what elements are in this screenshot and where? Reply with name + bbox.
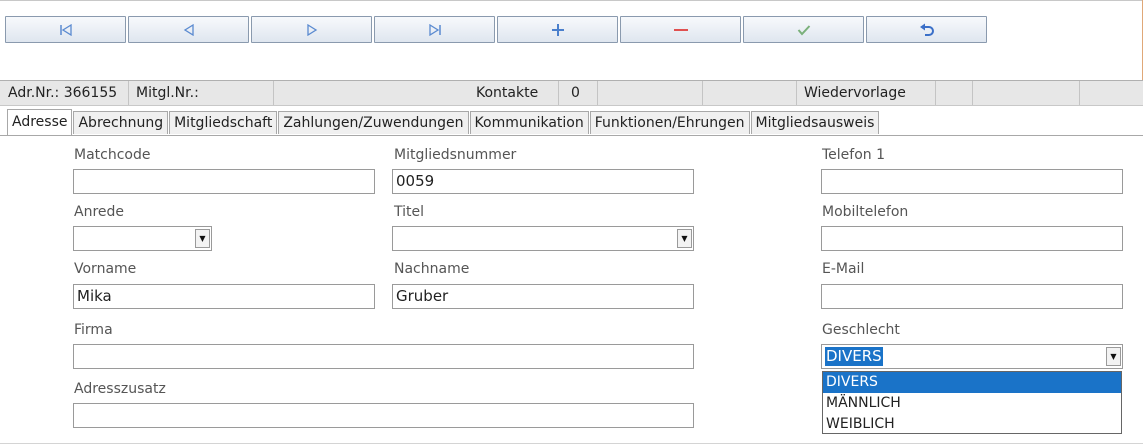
matchcode-label: Matchcode <box>74 147 151 163</box>
first-record-button[interactable] <box>5 16 126 43</box>
add-icon <box>551 23 564 36</box>
tab-mitgliedsausweis[interactable]: Mitgliedsausweis <box>750 111 880 134</box>
option-weiblich[interactable]: WEIBLICH <box>823 414 1121 435</box>
save-record-button[interactable] <box>743 16 864 43</box>
titel-label: Titel <box>394 204 425 220</box>
anrede-label: Anrede <box>74 204 125 220</box>
vorname-input[interactable]: Mika <box>73 284 375 309</box>
firma-input[interactable] <box>73 344 694 369</box>
info-separator <box>273 81 274 105</box>
chevron-down-icon[interactable]: ▼ <box>195 229 210 248</box>
vorname-label: Vorname <box>74 261 137 277</box>
next-record-icon <box>306 23 317 36</box>
firma-label: Firma <box>74 322 113 338</box>
contacts-count: 0 <box>571 85 580 101</box>
tab-mitgliedschaft[interactable]: Mitgliedschaft <box>169 111 278 134</box>
record-toolbar <box>5 16 989 43</box>
last-record-button[interactable] <box>374 16 495 43</box>
tab-zahlungen[interactable]: Zahlungen/Zuwendungen <box>278 111 469 134</box>
info-separator <box>1079 81 1080 105</box>
delete-record-button[interactable] <box>620 16 741 43</box>
anrede-select[interactable]: ▼ <box>73 226 212 251</box>
top-border <box>0 0 1143 1</box>
info-separator <box>972 81 973 105</box>
matchcode-input[interactable] <box>73 169 375 194</box>
next-record-button[interactable] <box>251 16 372 43</box>
titel-select[interactable]: ▼ <box>392 226 694 251</box>
follow-up-label[interactable]: Wiedervorlage <box>804 85 906 101</box>
email-label: E-Mail <box>822 261 865 277</box>
last-record-icon <box>428 23 441 36</box>
info-separator <box>128 81 129 105</box>
info-separator <box>702 81 703 105</box>
geschlecht-value: DIVERS <box>825 347 883 366</box>
previous-record-icon <box>183 23 194 36</box>
mobiltelefon-input[interactable] <box>821 226 1123 251</box>
contacts-label: Kontakte <box>476 85 539 101</box>
email-input[interactable] <box>821 284 1123 309</box>
confirm-icon <box>797 24 810 35</box>
member-number-label: Mitgl.Nr.: <box>136 85 199 101</box>
nachname-label: Nachname <box>394 261 470 277</box>
tab-kommunikation[interactable]: Kommunikation <box>469 111 589 134</box>
info-separator <box>935 81 936 105</box>
geschlecht-label: Geschlecht <box>822 322 900 338</box>
option-maennlich[interactable]: MÄNNLICH <box>823 393 1121 414</box>
mitgliedsnummer-label: Mitgliedsnummer <box>394 147 517 163</box>
telefon1-label: Telefon 1 <box>822 147 886 163</box>
chevron-down-icon[interactable]: ▼ <box>677 229 692 248</box>
tab-abrechnung[interactable]: Abrechnung <box>73 111 169 134</box>
mobiltelefon-label: Mobiltelefon <box>822 204 909 220</box>
address-number: Adr.Nr.: 366155 <box>8 85 118 101</box>
adresszusatz-input[interactable] <box>73 403 694 428</box>
chevron-down-icon[interactable]: ▼ <box>1106 347 1121 366</box>
tab-adresse[interactable]: Adresse <box>7 109 73 135</box>
info-separator <box>597 81 598 105</box>
delete-icon <box>673 28 688 31</box>
add-record-button[interactable] <box>497 16 618 43</box>
info-separator <box>558 81 559 105</box>
first-record-icon <box>59 23 72 36</box>
record-info-bar: Adr.Nr.: 366155 Mitgl.Nr.: Kontakte 0 Wi… <box>0 80 1143 106</box>
geschlecht-dropdown-list: DIVERS MÄNNLICH WEIBLICH <box>822 371 1122 434</box>
geschlecht-select[interactable]: DIVERS ▼ <box>821 344 1123 369</box>
mitgliedsnummer-input[interactable]: 0059 <box>392 169 694 194</box>
previous-record-button[interactable] <box>128 16 249 43</box>
adresszusatz-label: Adresszusatz <box>74 381 166 397</box>
nachname-input[interactable]: Gruber <box>392 284 694 309</box>
undo-button[interactable] <box>866 16 987 43</box>
tab-divider <box>0 135 1143 136</box>
tab-funktionen[interactable]: Funktionen/Ehrungen <box>589 111 750 134</box>
tab-bar: Adresse Abrechnung Mitgliedschaft Zahlun… <box>7 109 880 135</box>
bottom-border <box>0 443 1143 444</box>
option-divers[interactable]: DIVERS <box>823 372 1121 393</box>
info-separator <box>796 81 797 105</box>
telefon1-input[interactable] <box>821 169 1123 194</box>
undo-icon <box>919 23 934 36</box>
